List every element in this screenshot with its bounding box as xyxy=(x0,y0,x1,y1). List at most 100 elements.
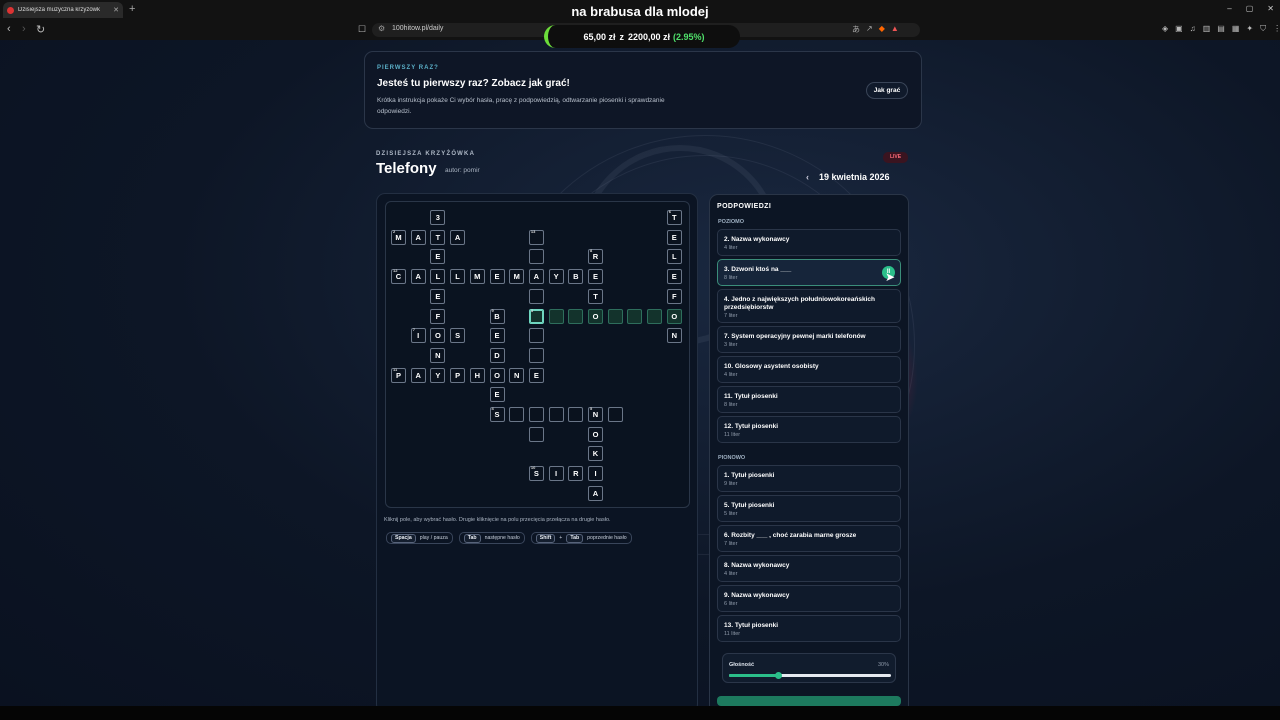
clue-item[interactable]: 6. Rozbity ___ , choć zarabia marne gros… xyxy=(717,525,901,552)
grid-cell[interactable] xyxy=(528,328,544,344)
menu-icon[interactable]: ⋮ xyxy=(1273,24,1280,34)
bookmark-icon[interactable]: ☐ xyxy=(358,24,366,35)
music-icon[interactable]: ♫ xyxy=(1190,24,1196,34)
grid-cell[interactable]: O xyxy=(666,308,682,324)
grid-cell[interactable]: K xyxy=(588,446,603,462)
grid-cell[interactable]: N5 xyxy=(588,406,603,422)
back-icon[interactable]: ‹ xyxy=(7,23,11,35)
grid-cell[interactable]: P 11 xyxy=(391,367,406,383)
grid-cell[interactable]: S 10 xyxy=(528,465,544,482)
volume-knob[interactable] xyxy=(774,672,782,679)
grid-cell[interactable]: 3 xyxy=(528,308,544,324)
grid-cell[interactable]: B9 xyxy=(489,308,505,324)
grid-cell[interactable]: N xyxy=(509,367,525,383)
grid-cell[interactable]: S4 xyxy=(489,406,505,422)
grid-cell[interactable] xyxy=(627,308,643,324)
grid-cell[interactable]: M2 xyxy=(391,229,406,245)
grid-cell[interactable]: P xyxy=(450,367,466,383)
grid-cell[interactable] xyxy=(607,407,623,422)
grid-cell[interactable] xyxy=(528,288,544,304)
grid-cell[interactable] xyxy=(509,407,525,422)
grid-cell[interactable]: E xyxy=(489,387,505,403)
grid-cell[interactable]: F xyxy=(666,288,682,304)
vpn-icon[interactable]: ✦ xyxy=(1246,24,1253,34)
close-window-icon[interactable]: ✕ xyxy=(1267,4,1274,13)
clue-item[interactable]: 3. Dzwoni ktoś na ___ 8 liter II xyxy=(717,259,901,286)
grid-cell[interactable] xyxy=(528,426,544,442)
grid-cell[interactable]: D xyxy=(489,347,505,363)
shield-icon[interactable]: ⛉ xyxy=(1260,24,1266,34)
grid-cell[interactable]: A xyxy=(410,367,426,383)
grid-cell[interactable]: A xyxy=(450,229,466,245)
wallet2-icon[interactable]: ▦ xyxy=(1232,24,1240,34)
reload-icon[interactable]: ↻ xyxy=(36,23,45,36)
grid-cell[interactable]: A xyxy=(410,229,426,245)
maximize-icon[interactable]: ▢ xyxy=(1246,4,1254,13)
grid-cell[interactable] xyxy=(647,308,663,324)
grid-cell[interactable] xyxy=(568,308,584,324)
volume-slider[interactable] xyxy=(729,672,891,679)
grid-cell[interactable]: E xyxy=(430,288,446,304)
grid-cell[interactable]: O xyxy=(588,426,603,442)
grid-cell[interactable] xyxy=(528,347,544,363)
grid-cell[interactable]: M xyxy=(509,269,525,285)
grid-cell[interactable]: E xyxy=(588,269,603,285)
grid-cell[interactable]: O xyxy=(588,308,603,324)
clue-item[interactable]: 5. Tytuł piosenki 5 liter xyxy=(717,495,901,522)
grid-cell[interactable]: T6 xyxy=(666,209,682,225)
wallet-icon[interactable]: ▣ xyxy=(1175,24,1183,34)
grid-cell[interactable]: 13 xyxy=(528,229,544,245)
grid-cell[interactable]: E xyxy=(666,229,682,245)
grid-cell[interactable]: E xyxy=(528,367,544,383)
clue-item[interactable]: 9. Nazwa wykonawcy 6 liter xyxy=(717,585,901,612)
site-info-icon[interactable]: ⚙ xyxy=(378,24,385,33)
clue-item[interactable]: 12. Tytuł piosenki 11 liter xyxy=(717,416,901,443)
minimize-icon[interactable]: – xyxy=(1227,4,1231,13)
clue-item[interactable]: 11. Tytuł piosenki 8 liter xyxy=(717,386,901,413)
grid-cell[interactable]: Y xyxy=(430,367,446,383)
grid-cell[interactable]: E xyxy=(430,249,446,265)
grid-cell[interactable]: R xyxy=(568,466,584,482)
grid-cell[interactable]: Y xyxy=(548,269,564,285)
grid-cell[interactable]: A xyxy=(588,485,603,501)
forward-icon[interactable]: › xyxy=(22,23,26,35)
how-to-play-button[interactable]: Jak grać xyxy=(866,82,908,99)
tabs-icon[interactable]: ▤ xyxy=(1217,24,1225,34)
grid-cell[interactable]: 3 xyxy=(430,210,446,225)
grid-cell[interactable]: E xyxy=(489,328,505,344)
clue-item[interactable]: 1. Tytuł piosenki 9 liter xyxy=(717,465,901,492)
grid-cell[interactable]: O xyxy=(430,328,446,344)
grid-cell[interactable]: I7 xyxy=(410,327,426,344)
rewards-icon[interactable]: ▲ xyxy=(891,24,899,35)
check-button[interactable] xyxy=(717,696,901,706)
clue-item[interactable]: 8. Nazwa wykonawcy 4 liter xyxy=(717,555,901,582)
grid-cell[interactable]: T xyxy=(588,288,603,304)
grid-cell[interactable]: L xyxy=(666,249,682,265)
grid-cell[interactable] xyxy=(548,407,564,422)
grid-cell[interactable]: A xyxy=(528,269,544,285)
grid-cell[interactable]: L xyxy=(430,269,446,285)
grid-cell[interactable] xyxy=(548,308,564,324)
grid-cell[interactable] xyxy=(568,407,584,422)
new-tab-button[interactable]: + xyxy=(129,3,135,15)
clue-item[interactable]: 13. Tytuł piosenki 11 liter xyxy=(717,615,901,642)
grid-cell[interactable]: M xyxy=(469,269,485,285)
grid-cell[interactable]: L xyxy=(450,269,466,285)
grid-cell[interactable] xyxy=(528,249,544,265)
tab-close-icon[interactable]: ✕ xyxy=(113,6,119,14)
clue-item[interactable]: 2. Nazwa wykonawcy 4 liter xyxy=(717,229,901,256)
grid-cell[interactable]: B xyxy=(568,269,584,285)
grid-cell[interactable]: E xyxy=(666,269,682,285)
extension-icon[interactable]: ◈ xyxy=(1162,24,1168,34)
browser-tab[interactable]: Dzisiejsza muzyczna krzyżówk ✕ xyxy=(3,2,123,18)
grid-cell[interactable]: I xyxy=(548,466,564,482)
sidebar-icon[interactable]: ▥ xyxy=(1203,24,1211,34)
grid-cell[interactable]: A xyxy=(410,269,426,285)
grid-cell[interactable]: O xyxy=(489,367,505,383)
grid-cell[interactable]: N xyxy=(666,328,682,344)
grid-cell[interactable]: T xyxy=(430,229,446,245)
grid-cell[interactable]: F xyxy=(430,308,446,324)
clue-item[interactable]: 7. System operacyjny pewnej marki telefo… xyxy=(717,326,901,353)
grid-cell[interactable]: S xyxy=(450,328,466,344)
grid-cell[interactable] xyxy=(528,407,544,422)
